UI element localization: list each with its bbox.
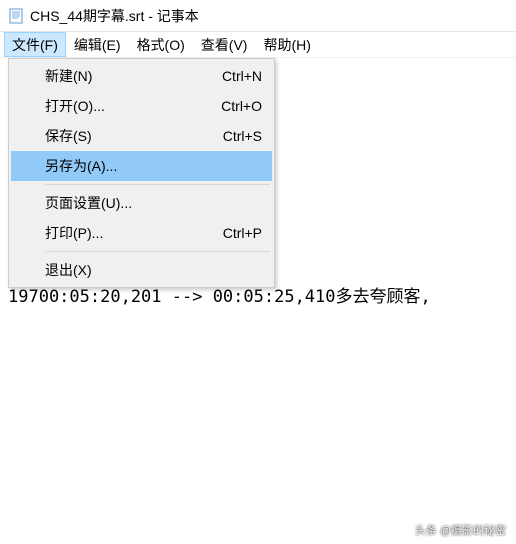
menu-item-shortcut: Ctrl+O: [221, 98, 262, 114]
notepad-icon: [8, 8, 24, 24]
menu-print[interactable]: 打印(P)... Ctrl+P: [11, 218, 272, 248]
watermark: 头条 @摄影的秘密: [397, 522, 506, 538]
menu-open[interactable]: 打开(O)... Ctrl+O: [11, 91, 272, 121]
menubar: 文件(F) 编辑(E) 格式(O) 查看(V) 帮助(H): [0, 32, 516, 58]
menu-view[interactable]: 查看(V): [193, 32, 256, 57]
menu-file[interactable]: 文件(F): [4, 32, 66, 57]
menu-item-label: 页面设置(U)...: [45, 193, 242, 213]
window-title: CHS_44期字幕.srt - 记事本: [30, 6, 199, 26]
menu-item-label: 打开(O)...: [45, 96, 201, 116]
menu-item-shortcut: Ctrl+N: [222, 68, 262, 84]
menu-page-setup[interactable]: 页面设置(U)...: [11, 188, 272, 218]
menu-item-label: 打印(P)...: [45, 223, 203, 243]
menu-help[interactable]: 帮助(H): [255, 32, 318, 57]
menu-item-shortcut: Ctrl+S: [223, 128, 262, 144]
menu-exit[interactable]: 退出(X): [11, 255, 272, 285]
menu-item-label: 退出(X): [45, 260, 242, 280]
menu-item-label: 保存(S): [45, 126, 203, 146]
menu-item-label: 新建(N): [45, 66, 202, 86]
file-menu-dropdown: 新建(N) Ctrl+N 打开(O)... Ctrl+O 保存(S) Ctrl+…: [8, 58, 275, 288]
menu-save[interactable]: 保存(S) Ctrl+S: [11, 121, 272, 151]
menu-format[interactable]: 格式(O): [129, 32, 193, 57]
menu-edit[interactable]: 编辑(E): [66, 32, 129, 57]
titlebar: CHS_44期字幕.srt - 记事本: [0, 0, 516, 32]
watermark-icon: [397, 523, 411, 537]
menu-item-shortcut: Ctrl+P: [223, 225, 262, 241]
watermark-text: 头条 @摄影的秘密: [415, 522, 506, 538]
menu-item-label: 另存为(A)...: [45, 156, 242, 176]
menu-new[interactable]: 新建(N) Ctrl+N: [11, 61, 272, 91]
menu-separator: [45, 251, 270, 252]
menu-separator: [45, 184, 270, 185]
menu-save-as[interactable]: 另存为(A)...: [11, 151, 272, 181]
